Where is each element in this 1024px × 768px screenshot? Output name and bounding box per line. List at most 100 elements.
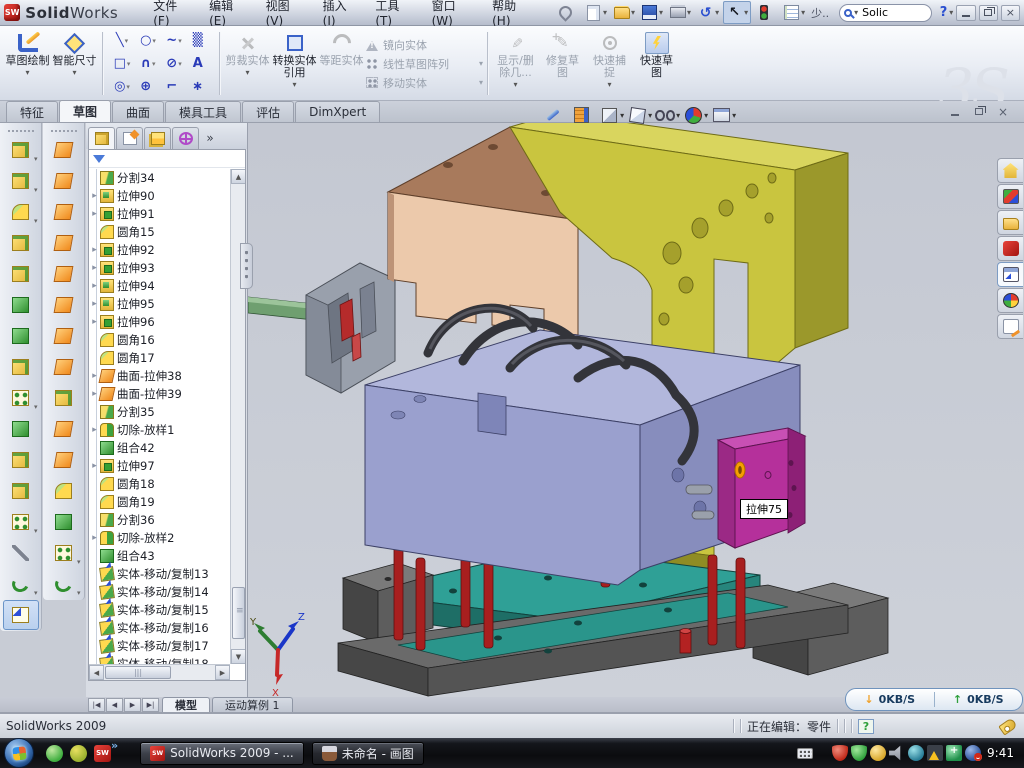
chevron-down-icon[interactable]: ▾	[744, 8, 748, 17]
toolbar-button[interactable]: ▾	[3, 166, 39, 196]
part-extrude75-highlighted[interactable]	[718, 428, 805, 548]
headsup-button[interactable]: ▾	[543, 105, 568, 125]
tree-item[interactable]: 拉伸91	[89, 205, 231, 223]
headsup-button[interactable]: ▾	[515, 105, 540, 125]
panel-splitter-handle[interactable]	[240, 243, 253, 289]
expand-arrow-icon[interactable]	[89, 245, 100, 255]
sketch-entity-button[interactable]: ⊕ ▾	[135, 75, 161, 98]
chevron-down-icon[interactable]: ▾	[648, 111, 652, 120]
sketch-entity-button[interactable]: ∗ ▾	[187, 75, 213, 98]
tree-item[interactable]: 圆角15	[89, 223, 231, 241]
task-pane-tab[interactable]	[997, 210, 1023, 235]
chevron-down-icon[interactable]: ▾	[676, 111, 680, 120]
chevron-down-icon[interactable]: ▾	[152, 60, 156, 68]
shield-check-icon[interactable]	[851, 745, 867, 761]
tree-item[interactable]: 拉伸96	[89, 313, 231, 331]
expand-arrow-icon[interactable]	[89, 191, 100, 201]
part-stop-pin[interactable]	[680, 629, 691, 654]
chevron-down-icon[interactable]: ▾	[25, 68, 29, 77]
quick-tool-button[interactable]: ▾	[781, 2, 807, 23]
sketch-entity-button[interactable]: ◎ ▾	[109, 75, 135, 98]
feature-manager-tab[interactable]	[144, 127, 171, 149]
command-tab[interactable]: 评估	[242, 101, 294, 122]
toolbar-overflow[interactable]: 少..	[811, 5, 829, 21]
chevron-down-icon[interactable]: ▾	[34, 403, 38, 411]
quick-tool-button[interactable]: ▾	[611, 2, 637, 23]
ribbon-button[interactable]: 快速捕 捉 ▾	[586, 29, 633, 98]
tree-item[interactable]: 拉伸94	[89, 277, 231, 295]
ribbon-button[interactable]: 转换实体引用 ▾	[271, 29, 318, 98]
quick-tool-button[interactable]: ▾	[583, 2, 609, 23]
quick-tool-button[interactable]: ▾	[667, 2, 693, 23]
sketch-entity-button[interactable]: ~ ▾	[161, 29, 187, 52]
task-pane-tab[interactable]	[997, 184, 1023, 209]
chevron-down-icon[interactable]: ▾	[607, 80, 611, 89]
quick-tool-button[interactable]: ▾	[555, 2, 581, 23]
expand-arrow-icon[interactable]	[89, 317, 100, 327]
task-pane-tab[interactable]	[997, 158, 1023, 183]
tree-item[interactable]: 圆角19	[89, 493, 231, 511]
chevron-down-icon[interactable]: ▾	[34, 527, 38, 535]
command-tab[interactable]: 草图	[59, 100, 111, 122]
chevron-down-icon[interactable]: ▾	[732, 111, 736, 120]
part-cavity-insert[interactable]	[306, 263, 395, 393]
tree-item[interactable]: 分割34	[89, 169, 231, 187]
ribbon-stack-button[interactable]: 移动实体 ▾	[365, 75, 483, 91]
toolbar-button[interactable]: ▾	[46, 569, 82, 599]
ribbon-button[interactable]: 剪裁实体 ▾	[224, 29, 271, 98]
document-tab[interactable]: 模型	[162, 697, 210, 712]
chevron-down-icon[interactable]: ▾	[603, 8, 607, 17]
toolbar-button[interactable]: ▾	[46, 445, 82, 475]
sketch-entity-button[interactable]: ╲ ▾	[109, 29, 135, 52]
toolbar-button[interactable]: ▾	[46, 352, 82, 382]
toolbar-button[interactable]: ▾	[3, 290, 39, 320]
headsup-button[interactable]: ▾	[711, 105, 736, 125]
sketch-entity-button[interactable]: □ ▾	[109, 52, 135, 75]
messenger-icon[interactable]	[46, 745, 63, 762]
toolbar-button[interactable]: ▾	[3, 383, 39, 413]
chevron-down-icon[interactable]: ▾	[704, 111, 708, 120]
chevron-down-icon[interactable]: ▾	[631, 8, 635, 17]
tree-item[interactable]: 切除-放样1	[89, 421, 231, 439]
graphics-viewport[interactable]: Y Z X	[248, 123, 1024, 697]
tree-item[interactable]: 分割36	[89, 511, 231, 529]
toolbar-button[interactable]: ▾	[46, 507, 82, 537]
ribbon-button[interactable]: 智能尺寸 ▾	[51, 29, 98, 98]
ribbon-button[interactable]: 显示/删 除几... ▾	[492, 29, 539, 98]
sketch-entity-button[interactable]: ▒ ▾	[187, 29, 213, 52]
toolbar-button[interactable]: ▾	[3, 476, 39, 506]
scroll-right-icon[interactable]: ▶	[215, 665, 230, 680]
chevron-down-icon[interactable]: ▾	[801, 8, 805, 17]
toolbar-button[interactable]: ▾	[46, 414, 82, 444]
tree-item[interactable]: 圆角17	[89, 349, 231, 367]
help-button[interactable]: ?	[938, 5, 950, 20]
chevron-down-icon[interactable]: ▾	[687, 8, 691, 17]
toolbar-button[interactable]: ▾	[3, 228, 39, 258]
scroll-down-icon[interactable]: ▼	[231, 649, 246, 664]
document-tab[interactable]: 运动算例 1	[212, 697, 293, 712]
toolbar-button[interactable]: ▾	[46, 383, 82, 413]
ribbon-button[interactable]: 快速草 图 ▾	[633, 29, 680, 98]
chevron-down-icon[interactable]: ▾	[34, 589, 38, 597]
chevron-down-icon[interactable]: ▾	[127, 60, 131, 68]
panel-chevron-button[interactable]: »	[200, 127, 220, 149]
keyboard-icon[interactable]	[797, 748, 813, 759]
close-button[interactable]: ×	[1001, 5, 1020, 21]
headsup-button[interactable]: ▾	[487, 105, 512, 125]
ribbon-button[interactable]: 修复草 图 ▾	[539, 29, 586, 98]
command-tab[interactable]: 特征	[6, 101, 58, 122]
sketch-entity-button[interactable]: ⌐ ▾	[161, 75, 187, 98]
chevron-down-icon[interactable]: ▾	[479, 59, 483, 68]
certificate-icon[interactable]	[870, 745, 886, 761]
horizontal-scrollbar[interactable]: ◀ ||| ▶	[89, 664, 230, 680]
quick-tool-button[interactable]: ↺ ▾	[695, 2, 721, 23]
toolbar-button[interactable]: ▾	[3, 507, 39, 537]
chevron-down-icon[interactable]: ▾	[949, 8, 953, 17]
solidworks-launcher-icon[interactable]: SW	[94, 745, 111, 762]
tree-item[interactable]: 分割35	[89, 403, 231, 421]
chevron-down-icon[interactable]: ▾	[72, 68, 76, 77]
expand-arrow-icon[interactable]	[89, 281, 100, 291]
chevron-down-icon[interactable]: ▾	[513, 80, 517, 89]
expand-arrow-icon[interactable]	[89, 425, 100, 435]
chevron-down-icon[interactable]: ▾	[178, 37, 182, 45]
